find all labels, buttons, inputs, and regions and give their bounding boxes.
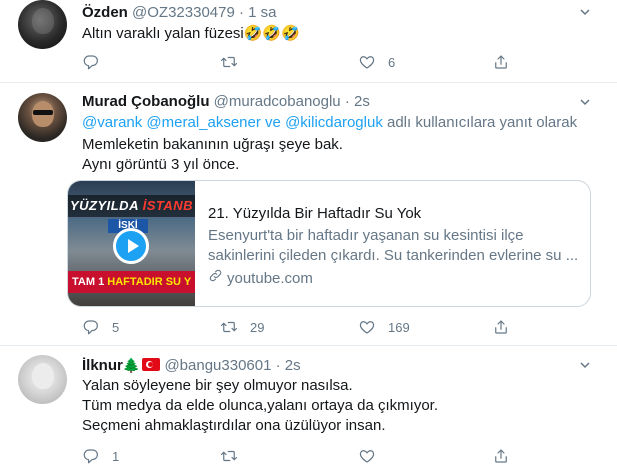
like-icon: [358, 447, 376, 465]
share-button[interactable]: [492, 52, 510, 72]
link-card[interactable]: YÜZYILDA İSTANB İSKİ TAM 1 HAFTADIR SU Y…: [67, 180, 591, 307]
like-button[interactable]: 169: [358, 317, 410, 337]
avatar[interactable]: [18, 93, 67, 142]
avatar-figure: [32, 363, 54, 389]
display-name[interactable]: İlknur: [82, 357, 123, 374]
separator-dot: ·: [344, 93, 350, 110]
thumbnail-banner: TAM 1 HAFTADIR SU Y: [68, 271, 195, 293]
tweet-header: Özden @OZ32330479 · 1 sa: [82, 3, 277, 23]
like-icon: [358, 53, 376, 71]
timestamp[interactable]: 1 sa: [248, 4, 276, 21]
retweet-button[interactable]: 29: [220, 317, 264, 337]
retweet-icon: [220, 318, 238, 336]
like-count: 6: [388, 54, 396, 70]
tweet[interactable]: Özden @OZ32330479 · 1 sa Altın varaklı y…: [0, 0, 617, 83]
reply-button[interactable]: 5: [82, 317, 119, 337]
retweet-button[interactable]: [220, 52, 250, 72]
mention-conjunction: ve: [265, 114, 281, 131]
tweet-header: Murad Çobanoğlu @muradcobanoglu · 2s: [82, 92, 370, 112]
avatar-figure: [32, 8, 54, 34]
like-button[interactable]: 6: [358, 52, 395, 72]
thumbnail-headline-white: YÜZYILDA: [69, 198, 139, 213]
reply-count: 1: [112, 448, 120, 464]
reply-icon: [82, 53, 100, 71]
card-description: Esenyurt'ta bir haftadır yaşanan su kesi…: [208, 226, 580, 266]
mention-link[interactable]: @kilicdarogluk: [285, 114, 383, 131]
card-description-line: sakinlerini çileden çıkardı. Su tankerin…: [208, 247, 579, 264]
card-title: 21. Yüzyılda Bir Haftadır Su Yok: [208, 205, 422, 222]
tweet-text-line: Aynı görüntü 3 yıl önce.: [82, 156, 240, 173]
thumbnail-banner-yellow: HAFTADIR SU Y: [107, 276, 192, 288]
tweet-text-line: Yalan söyleyene bir şey olmuyor nasılsa.: [82, 377, 353, 394]
thumbnail-headline: YÜZYILDA İSTANB: [68, 195, 195, 217]
like-icon: [358, 318, 376, 336]
share-button[interactable]: [492, 317, 510, 337]
tweet-actions: 5 29 169: [82, 317, 507, 337]
reply-icon: [82, 318, 100, 336]
video-thumbnail[interactable]: YÜZYILDA İSTANB İSKİ TAM 1 HAFTADIR SU Y: [68, 181, 195, 306]
caret-down-icon[interactable]: [580, 7, 590, 17]
tree-emoji: 🌲: [122, 357, 141, 373]
separator-dot: ·: [275, 357, 281, 374]
caret-down-icon[interactable]: [580, 97, 590, 107]
like-button[interactable]: [358, 446, 388, 466]
tweet[interactable]: İlknur🌲 @bangu330601 · 2s Yalan söyleyen…: [0, 346, 617, 476]
tweet-actions: 6: [82, 52, 507, 72]
reply-suffix: adlı kullanıcılara yanıt olarak: [387, 114, 578, 131]
tweet-text-line: Seçmeni ahmaklaştırdılar ona üzülüyor in…: [82, 417, 386, 434]
share-button[interactable]: [492, 446, 510, 466]
user-handle[interactable]: @bangu330601: [164, 357, 271, 374]
tweet-text-line: Memleketin bakanının uğraşı şeye bak.: [82, 136, 343, 153]
tweet-text-line: Tüm medya da elde olunca,yalanı ortaya d…: [82, 397, 439, 414]
mention-link[interactable]: @varank: [82, 114, 142, 131]
mention-link[interactable]: @meral_aksener: [146, 114, 260, 131]
timestamp[interactable]: 2s: [285, 357, 301, 374]
retweet-count: 29: [250, 319, 265, 335]
reply-context: @varank @meral_aksener ve @kilicdarogluk…: [82, 113, 577, 133]
avatar[interactable]: [18, 355, 67, 404]
avatar-sunglasses: [33, 110, 53, 115]
tweet-actions: 1: [82, 446, 507, 466]
avatar[interactable]: [18, 0, 67, 49]
retweet-icon: [220, 53, 238, 71]
retweet-button[interactable]: [220, 446, 250, 466]
user-handle[interactable]: @OZ32330479: [132, 4, 235, 21]
display-name[interactable]: Murad Çobanoğlu: [82, 93, 210, 110]
reply-button[interactable]: 1: [82, 446, 119, 466]
timestamp[interactable]: 2s: [354, 93, 370, 110]
tweet-header: İlknur🌲 @bangu330601 · 2s: [82, 355, 301, 376]
thumbnail-banner-white: TAM 1: [72, 276, 105, 288]
separator-dot: ·: [238, 4, 244, 21]
card-description-line: Esenyurt'ta bir haftadır yaşanan su kesi…: [208, 227, 524, 244]
link-icon: [208, 268, 227, 289]
display-name[interactable]: Özden: [82, 4, 128, 21]
share-icon: [492, 447, 510, 465]
thumbnail-headline-red: İSTANB: [142, 198, 194, 213]
reply-button[interactable]: [82, 52, 112, 72]
card-domain: youtube.com: [208, 268, 313, 289]
reply-count: 5: [112, 319, 120, 335]
turkey-flag-icon: [142, 358, 161, 371]
caret-down-icon[interactable]: [580, 360, 590, 370]
play-icon[interactable]: [113, 228, 149, 264]
retweet-icon: [220, 447, 238, 465]
card-domain-text: youtube.com: [227, 269, 313, 287]
like-count: 169: [388, 319, 410, 335]
tweet-text-line: Altın varaklı yalan füzesi🤣🤣🤣: [82, 25, 300, 42]
share-icon: [492, 318, 510, 336]
reply-icon: [82, 447, 100, 465]
tweet[interactable]: Murad Çobanoğlu @muradcobanoglu · 2s @va…: [0, 83, 617, 346]
share-icon: [492, 53, 510, 71]
user-handle[interactable]: @muradcobanoglu: [214, 93, 341, 110]
